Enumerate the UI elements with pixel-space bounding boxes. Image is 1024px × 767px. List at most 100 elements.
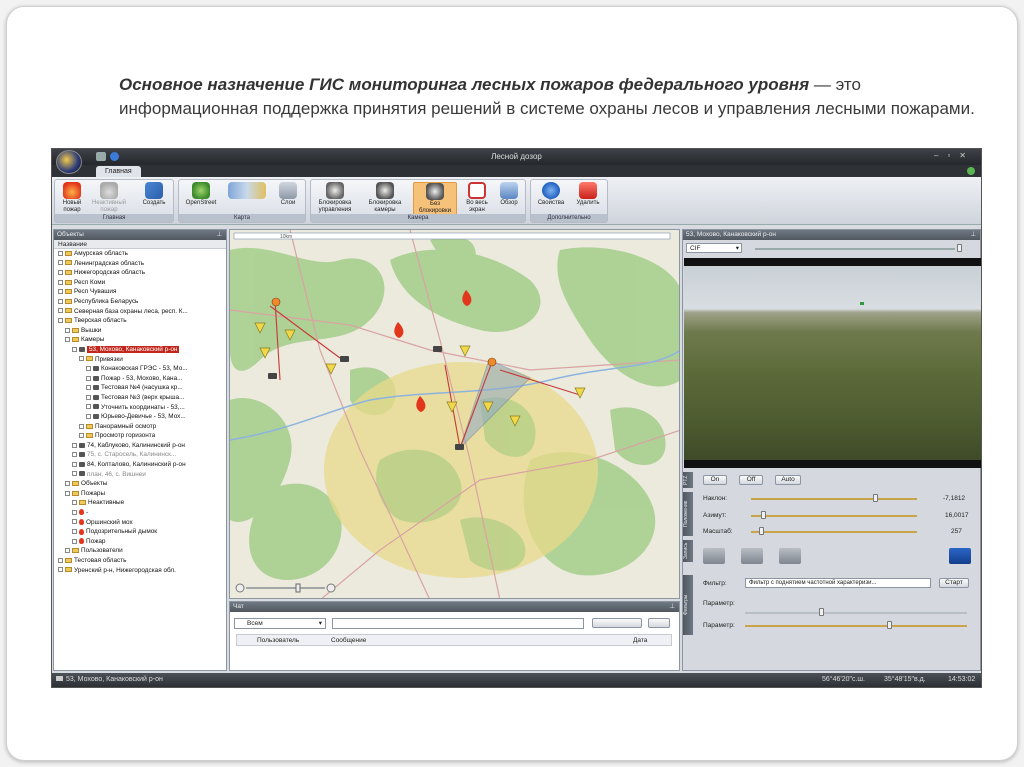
new-fire-button[interactable]: Новый пожар (57, 182, 87, 214)
azimuth-slider[interactable] (751, 515, 917, 517)
expand-toggle-icon[interactable] (72, 529, 77, 535)
quality-knob[interactable] (957, 244, 962, 252)
tree-item[interactable]: Северная база охраны леса, респ. К... (54, 307, 226, 317)
tree-item[interactable]: 84, Колталово, Калининский р-он (54, 460, 226, 470)
param1-slider[interactable] (745, 612, 967, 614)
expand-toggle-icon[interactable] (72, 442, 77, 448)
tree-item[interactable]: Тверская область (54, 316, 226, 326)
tree-item[interactable]: Тестовая область (54, 556, 226, 566)
expand-toggle-icon[interactable] (72, 471, 77, 477)
expand-toggle-icon[interactable] (58, 567, 63, 573)
eject-icon[interactable] (949, 548, 971, 564)
expand-toggle-icon[interactable] (58, 308, 63, 314)
expand-toggle-icon[interactable] (86, 413, 91, 419)
tab-record[interactable]: Запись (683, 540, 693, 562)
properties-button[interactable]: Свойства (535, 182, 567, 207)
expand-toggle-icon[interactable] (65, 327, 70, 333)
expand-toggle-icon[interactable] (72, 509, 77, 515)
tree-item[interactable]: Амурская область (54, 249, 226, 259)
tree-item[interactable]: Пожар (54, 537, 226, 547)
pin-icon[interactable]: ⊥ (669, 602, 675, 612)
tree-column-header[interactable]: Название (54, 240, 226, 249)
col-user[interactable]: Пользователь (257, 635, 299, 646)
stop-icon[interactable] (779, 548, 801, 564)
tree-item[interactable]: Просмотр горизонта (54, 431, 226, 441)
tree-item[interactable]: 74, Каблуково, Калининский р-он (54, 441, 226, 451)
delete-button[interactable]: Удалить (571, 182, 605, 207)
off-button[interactable]: Off (739, 475, 763, 485)
tree-item[interactable]: Нижегородская область (54, 268, 226, 278)
tree-item[interactable]: Оршинский мох (54, 518, 226, 528)
zoom-slider-ptz[interactable] (751, 531, 917, 533)
tree-item[interactable]: Респ Коми (54, 278, 226, 288)
tree-item[interactable]: Ленинградская область (54, 259, 226, 269)
tree-item[interactable]: 75, с. Старосель, Калининск... (54, 450, 226, 460)
expand-toggle-icon[interactable] (58, 557, 63, 563)
help-icon[interactable] (967, 167, 975, 175)
on-button[interactable]: On (703, 475, 727, 485)
param1-knob[interactable] (819, 608, 824, 616)
expand-toggle-icon[interactable] (79, 433, 84, 439)
tree-item[interactable]: Объекты (54, 479, 226, 489)
no-block-button[interactable]: Без блокировки (413, 182, 457, 216)
expand-toggle-icon[interactable] (86, 365, 91, 371)
expand-toggle-icon[interactable] (79, 423, 84, 429)
start-button[interactable]: Старт (939, 578, 969, 588)
expand-toggle-icon[interactable] (58, 298, 63, 304)
expand-toggle-icon[interactable] (86, 385, 91, 391)
expand-toggle-icon[interactable] (58, 317, 63, 323)
expand-toggle-icon[interactable] (58, 279, 63, 285)
expand-toggle-icon[interactable] (72, 500, 77, 506)
zoom-knob[interactable] (759, 527, 764, 535)
clear-button[interactable] (648, 618, 670, 628)
tab-main[interactable]: Главная (96, 166, 141, 177)
col-message[interactable]: Сообщение (331, 635, 366, 646)
video-frame[interactable] (684, 258, 981, 468)
expand-toggle-icon[interactable] (86, 375, 91, 381)
openstreet-button[interactable]: OpenStreet (181, 182, 221, 207)
filter-select[interactable]: Фильтр с поднятием частотной характеризи… (745, 578, 931, 588)
expand-toggle-icon[interactable] (72, 346, 77, 352)
tree-item[interactable]: план, 46, с. Вишнеи (54, 470, 226, 480)
expand-toggle-icon[interactable] (72, 538, 77, 544)
expand-toggle-icon[interactable] (72, 452, 77, 458)
map-canvas[interactable]: 10km (230, 230, 680, 599)
play-icon[interactable] (703, 548, 725, 564)
azimuth-knob[interactable] (761, 511, 766, 519)
overview-button[interactable]: Обзор (495, 182, 523, 207)
expand-toggle-icon[interactable] (58, 289, 63, 295)
tree-item[interactable]: Республика Беларусь (54, 297, 226, 307)
expand-toggle-icon[interactable] (72, 519, 77, 525)
expand-toggle-icon[interactable] (86, 394, 91, 400)
expand-toggle-icon[interactable] (86, 404, 91, 410)
expand-toggle-icon[interactable] (58, 260, 63, 266)
tree-item[interactable]: Тестовая №3 (верх крыша... (54, 393, 226, 403)
pin-icon[interactable]: ⊥ (970, 230, 976, 240)
tab-ptz[interactable]: PTZ (683, 472, 693, 488)
resolution-select[interactable]: CIF ▾ (686, 243, 742, 253)
expand-toggle-icon[interactable] (58, 250, 63, 256)
map-view[interactable]: 10km (229, 229, 680, 599)
tree-item[interactable]: Пожар - 53, Мохово, Кана... (54, 374, 226, 384)
tree-item[interactable]: 53, Мохово, Канаковский р-он (54, 345, 226, 355)
col-date[interactable]: Дата (633, 635, 647, 646)
window-controls[interactable]: –▫✕ (934, 151, 975, 160)
message-input[interactable] (332, 618, 584, 629)
tree-item[interactable]: - (54, 508, 226, 518)
tree-item[interactable]: Уточнить координаты - 53,... (54, 403, 226, 413)
tab-position[interactable]: Положение (683, 492, 693, 536)
app-logo-icon[interactable] (56, 150, 82, 174)
expand-toggle-icon[interactable] (72, 461, 77, 467)
tree-item[interactable]: Неактивные (54, 498, 226, 508)
tree-item[interactable]: Подозрительный дымок (54, 527, 226, 537)
tab-filters[interactable]: Фильтры (683, 575, 693, 635)
pause-icon[interactable] (741, 548, 763, 564)
param2-slider[interactable] (745, 625, 967, 627)
tree-item[interactable]: Конаковская ГРЭС - 53, Мо... (54, 364, 226, 374)
quality-slider[interactable] (755, 248, 955, 250)
tree-item[interactable]: Пожары (54, 489, 226, 499)
recipient-select[interactable]: Всем ▾ (234, 618, 326, 629)
tree-item[interactable]: Юрьево-Девичье - 53, Мох... (54, 412, 226, 422)
send-button[interactable] (592, 618, 642, 628)
block-cameras-button[interactable]: Блокировка камеры (363, 182, 407, 214)
